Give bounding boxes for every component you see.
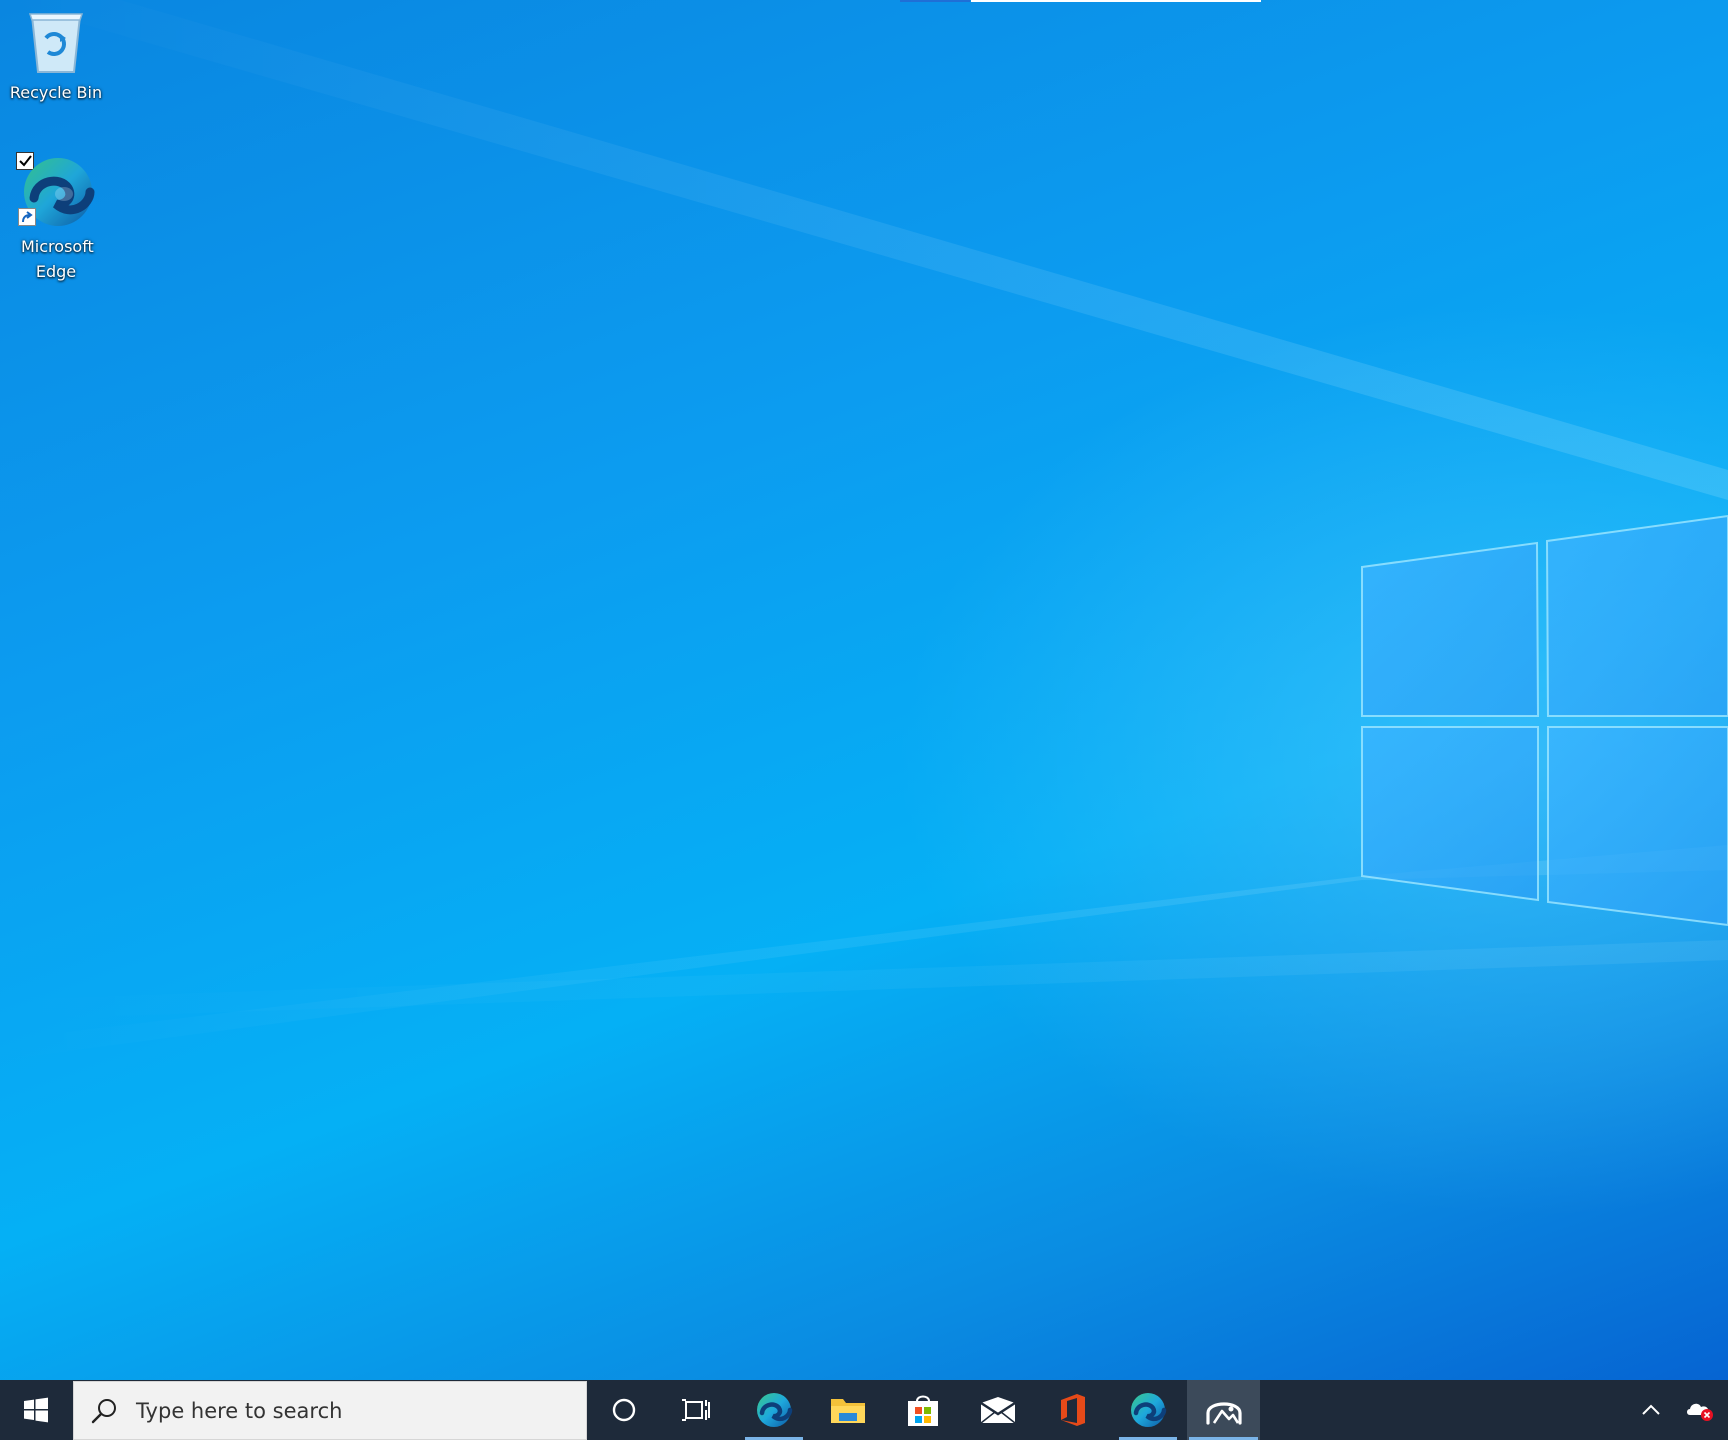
cortana-button[interactable] xyxy=(590,1380,658,1440)
shortcut-arrow-icon xyxy=(18,208,36,226)
taskbar-app-edge[interactable] xyxy=(743,1380,805,1440)
onedrive-tray-button[interactable] xyxy=(1680,1380,1720,1440)
wallpaper-light-rays xyxy=(0,0,1728,1060)
cortana-icon xyxy=(612,1398,636,1422)
chevron-up-icon xyxy=(1642,1404,1660,1415)
search-placeholder: Type here to search xyxy=(136,1398,343,1423)
desktop-icon-microsoft-edge[interactable]: Microsoft Edge xyxy=(6,152,106,284)
taskbar-app-edge-2[interactable] xyxy=(1117,1380,1179,1440)
edge-icon xyxy=(757,1393,793,1427)
desktop-icon-recycle-bin[interactable]: Recycle Bin xyxy=(6,8,106,105)
start-button[interactable] xyxy=(0,1380,72,1440)
windows-start-icon xyxy=(24,1397,48,1423)
file-explorer-icon xyxy=(831,1399,865,1423)
edge-icon xyxy=(1131,1393,1167,1427)
photos-icon xyxy=(1205,1402,1242,1425)
desktop-icon-label: Recycle Bin xyxy=(9,83,103,102)
window-edge-right xyxy=(971,0,1261,2)
taskbar-app-store[interactable] xyxy=(890,1380,956,1440)
taskbar-app-office[interactable] xyxy=(1040,1380,1106,1440)
onedrive-error-icon xyxy=(1687,1403,1713,1421)
taskbar-app-photos[interactable] xyxy=(1187,1380,1260,1440)
desktop-icon-label: Microsoft Edge xyxy=(21,237,94,281)
taskbar-app-mail[interactable] xyxy=(965,1380,1031,1440)
office-icon xyxy=(1061,1394,1085,1426)
search-icon xyxy=(91,1398,116,1423)
taskbar-app-file-explorer[interactable] xyxy=(815,1380,881,1440)
desktop-wallpaper[interactable]: Recycle Bin Microsoft Edge xyxy=(0,0,1728,1380)
window-edge-left xyxy=(900,0,970,2)
store-icon xyxy=(908,1395,938,1426)
show-hidden-icons-button[interactable] xyxy=(1633,1380,1669,1440)
taskbar-search-box[interactable]: Type here to search xyxy=(73,1381,587,1440)
task-view-button[interactable] xyxy=(662,1380,730,1440)
mail-icon xyxy=(980,1397,1016,1424)
task-view-icon xyxy=(682,1399,710,1421)
recycle-bin-icon xyxy=(28,13,84,73)
